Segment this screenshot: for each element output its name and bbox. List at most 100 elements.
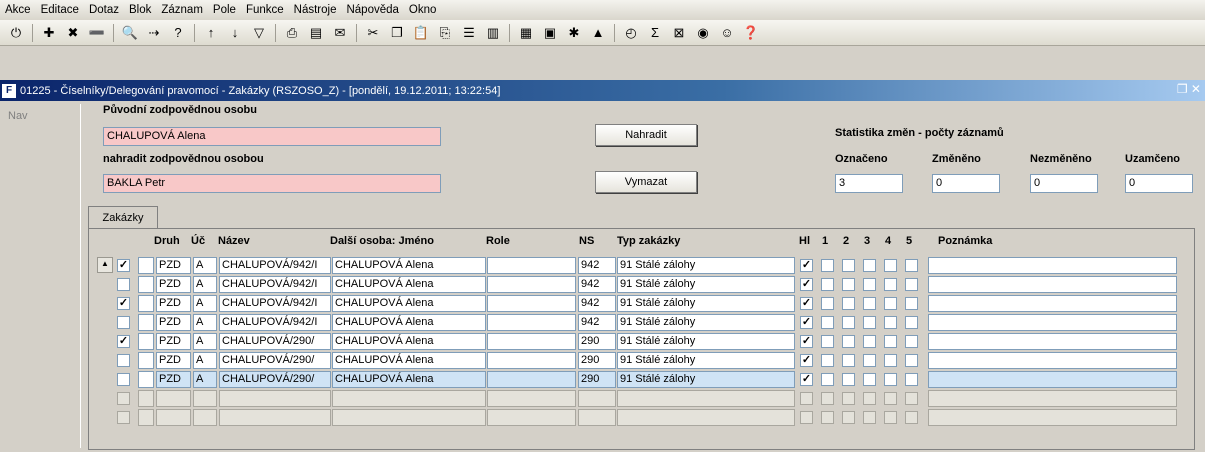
flag-checkbox-c5[interactable] [905, 316, 918, 329]
cell-pozn[interactable] [928, 352, 1177, 369]
filter-icon[interactable]: ▽ [249, 23, 269, 43]
cell-ns[interactable]: 942 [578, 295, 616, 312]
scroll-up-icon[interactable]: ▲ [97, 257, 113, 273]
cell-pozn[interactable] [928, 333, 1177, 350]
flag-checkbox-c5[interactable] [905, 278, 918, 291]
cell-role[interactable] [487, 276, 576, 293]
paste-icon[interactable]: 📋 [411, 23, 431, 43]
cell-druh[interactable] [156, 390, 191, 407]
row-select-checkbox[interactable] [117, 373, 130, 386]
menu-item-3[interactable]: Blok [124, 4, 156, 16]
row-indicator[interactable] [138, 276, 154, 293]
cell-dalsi[interactable]: CHALUPOVÁ Alena [332, 371, 486, 388]
cell-role[interactable] [487, 390, 576, 407]
clock-icon[interactable]: ◴ [621, 23, 641, 43]
cell-uc[interactable]: A [193, 257, 217, 274]
replace-button[interactable]: Nahradit [595, 124, 697, 146]
flag-checkbox-c1[interactable] [821, 354, 834, 367]
cell-nazev[interactable]: CHALUPOVÁ/290/ [219, 352, 331, 369]
flag-checkbox-c2[interactable] [842, 259, 855, 272]
cell-role[interactable] [487, 314, 576, 331]
original-person-field[interactable]: CHALUPOVÁ Alena [103, 127, 441, 146]
cell-uc[interactable]: A [193, 314, 217, 331]
cell-dalsi[interactable]: CHALUPOVÁ Alena [332, 352, 486, 369]
cell-dalsi[interactable]: CHALUPOVÁ Alena [332, 276, 486, 293]
cell-nazev[interactable] [219, 409, 331, 426]
cell-dalsi[interactable]: CHALUPOVÁ Alena [332, 257, 486, 274]
row-select-checkbox[interactable]: ✓ [117, 259, 130, 272]
cell-pozn[interactable] [928, 314, 1177, 331]
flag-checkbox-c3[interactable] [863, 316, 876, 329]
cell-uc[interactable] [193, 409, 217, 426]
cell-nazev[interactable]: CHALUPOVÁ/290/ [219, 371, 331, 388]
flag-checkbox-c1[interactable] [821, 316, 834, 329]
cell-role[interactable] [487, 295, 576, 312]
flag-checkbox-c5[interactable] [905, 392, 918, 405]
cell-druh[interactable] [156, 409, 191, 426]
row-select-checkbox[interactable] [117, 316, 130, 329]
cell-ns[interactable] [578, 390, 616, 407]
cell-pozn[interactable] [928, 257, 1177, 274]
cell-uc[interactable]: A [193, 352, 217, 369]
menu-item-7[interactable]: Nástroje [289, 4, 342, 16]
flag-checkbox-c4[interactable] [884, 373, 897, 386]
cell-dalsi[interactable] [332, 409, 486, 426]
cell-uc[interactable]: A [193, 295, 217, 312]
cell-nazev[interactable]: CHALUPOVÁ/942/I [219, 295, 331, 312]
flag-checkbox-c5[interactable] [905, 411, 918, 424]
flag-checkbox-c3[interactable] [863, 297, 876, 310]
remove-icon[interactable]: ➖ [87, 23, 107, 43]
flag-checkbox-c1[interactable] [821, 373, 834, 386]
cell-typ[interactable]: 91 Stálé zálohy [617, 257, 795, 274]
cell-uc[interactable] [193, 390, 217, 407]
cell-typ[interactable]: 91 Stálé zálohy [617, 295, 795, 312]
cell-pozn[interactable] [928, 390, 1177, 407]
cell-druh[interactable]: PZD [156, 257, 191, 274]
cell-dalsi[interactable]: CHALUPOVÁ Alena [332, 333, 486, 350]
exit-icon[interactable]: ⏻ [6, 23, 26, 43]
stats-value-3[interactable]: 0 [1125, 174, 1193, 193]
menu-item-4[interactable]: Záznam [156, 4, 208, 16]
flag-checkbox-hl[interactable] [800, 392, 813, 405]
cell-uc[interactable]: A [193, 371, 217, 388]
row-select-checkbox[interactable] [117, 392, 130, 405]
cell-nazev[interactable] [219, 390, 331, 407]
flag-checkbox-hl[interactable]: ✓ [800, 354, 813, 367]
flag-checkbox-c2[interactable] [842, 411, 855, 424]
flag-checkbox-c1[interactable] [821, 411, 834, 424]
row-select-checkbox[interactable] [117, 354, 130, 367]
cell-typ[interactable]: 91 Stálé zálohy [617, 314, 795, 331]
mail-icon[interactable]: ✉ [330, 23, 350, 43]
stats-value-0[interactable]: 3 [835, 174, 903, 193]
cell-druh[interactable]: PZD [156, 352, 191, 369]
row-indicator[interactable] [138, 371, 154, 388]
row-select-checkbox[interactable] [117, 278, 130, 291]
row-select-checkbox[interactable]: ✓ [117, 335, 130, 348]
excel-icon[interactable]: ⊠ [669, 23, 689, 43]
menu-item-1[interactable]: Editace [36, 4, 84, 16]
cell-ns[interactable]: 942 [578, 314, 616, 331]
cell-typ[interactable] [617, 409, 795, 426]
cell-pozn[interactable] [928, 295, 1177, 312]
cell-nazev[interactable]: CHALUPOVÁ/942/I [219, 276, 331, 293]
replace-person-field[interactable]: BAKLA Petr [103, 174, 441, 193]
nav-panel[interactable]: Nav [2, 104, 81, 448]
cell-druh[interactable]: PZD [156, 314, 191, 331]
flag-checkbox-c2[interactable] [842, 297, 855, 310]
find-next-icon[interactable]: ⇢ [144, 23, 164, 43]
help-icon[interactable]: ❓ [741, 23, 761, 43]
cell-pozn[interactable] [928, 276, 1177, 293]
cell-role[interactable] [487, 333, 576, 350]
print-preview-icon[interactable]: ▤ [306, 23, 326, 43]
help-people-icon[interactable]: ☺ [717, 23, 737, 43]
flag-checkbox-c2[interactable] [842, 335, 855, 348]
web-icon[interactable]: ◉ [693, 23, 713, 43]
menu-item-9[interactable]: Okno [404, 4, 442, 16]
row-select-checkbox[interactable] [117, 411, 130, 424]
cut-icon[interactable]: ✂ [363, 23, 383, 43]
flag-checkbox-hl[interactable]: ✓ [800, 335, 813, 348]
chart-icon[interactable]: ▦ [516, 23, 536, 43]
flag-checkbox-c3[interactable] [863, 373, 876, 386]
cell-pozn[interactable] [928, 371, 1177, 388]
flag-checkbox-c5[interactable] [905, 373, 918, 386]
